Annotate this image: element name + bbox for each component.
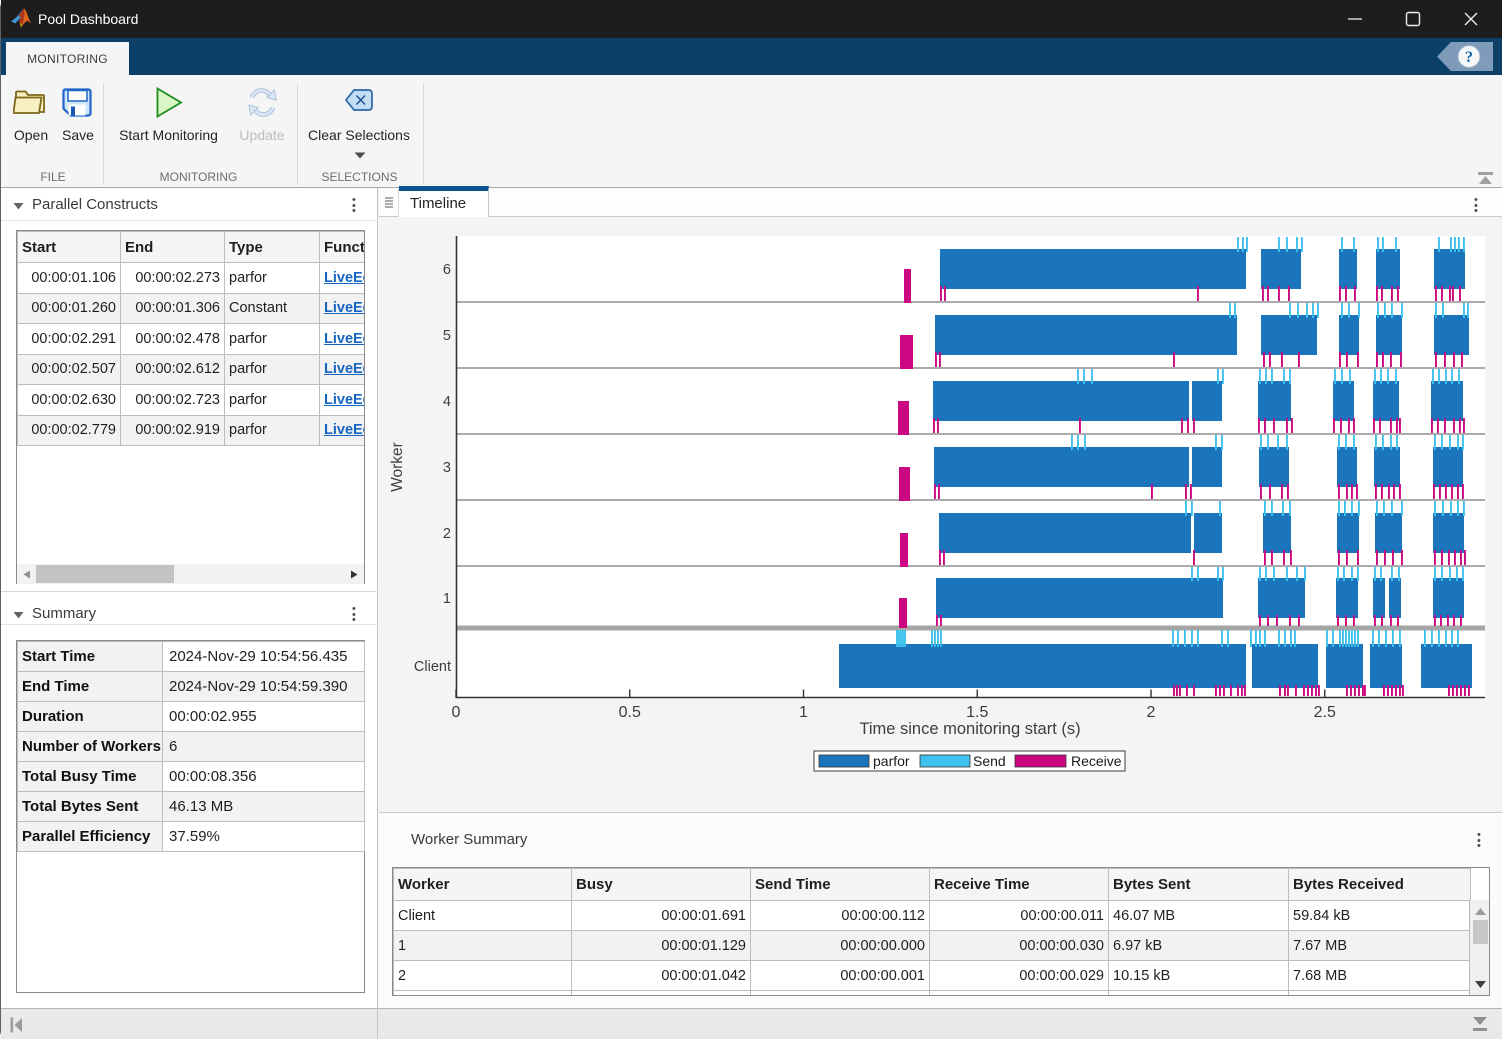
svg-text:Send: Send — [973, 753, 1006, 769]
svg-text:Receive: Receive — [1071, 753, 1122, 769]
svg-text:0.5: 0.5 — [619, 704, 641, 721]
svg-text:6: 6 — [443, 262, 451, 278]
svg-text:Client: Client — [414, 659, 451, 675]
svg-text:2.5: 2.5 — [1314, 704, 1336, 721]
svg-text:0: 0 — [452, 704, 461, 721]
svg-text:?: ? — [1465, 49, 1473, 66]
svg-text:Time since monitoring start (s: Time since monitoring start (s) — [859, 720, 1080, 738]
svg-text:1.5: 1.5 — [966, 704, 988, 721]
svg-text:1: 1 — [799, 704, 808, 721]
svg-text:Worker: Worker — [389, 442, 406, 492]
svg-text:4: 4 — [443, 394, 451, 410]
svg-text:2: 2 — [443, 526, 451, 542]
svg-text:3: 3 — [443, 460, 451, 476]
svg-text:1: 1 — [443, 591, 451, 607]
svg-text:parfor: parfor — [873, 753, 910, 769]
svg-text:2: 2 — [1147, 704, 1156, 721]
svg-text:5: 5 — [443, 328, 451, 344]
